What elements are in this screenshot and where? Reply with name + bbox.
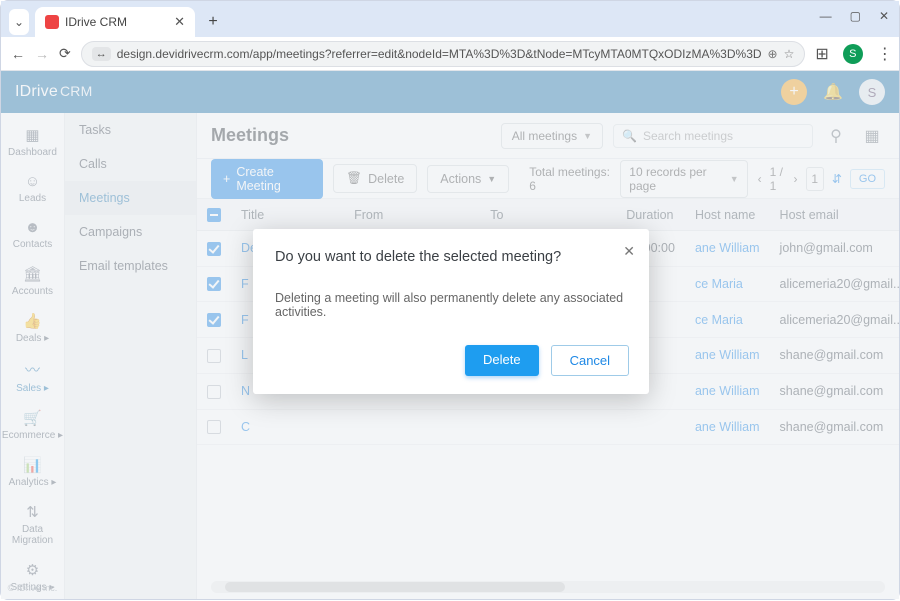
confirm-delete-dialog: ✕ Do you want to delete the selected mee… (253, 229, 649, 394)
site-info-icon[interactable]: ↔ (92, 47, 111, 61)
url-text: design.devidrivecrm.com/app/meetings?ref… (117, 47, 762, 61)
profile-avatar[interactable]: S (843, 44, 863, 64)
browser-menu-icon[interactable]: ⋮ (877, 44, 893, 64)
window-maximize-button[interactable]: ▢ (850, 9, 861, 23)
zoom-icon[interactable]: ⊕ (768, 47, 778, 61)
dialog-close-button[interactable]: ✕ (623, 243, 635, 260)
window-close-button[interactable]: ✕ (879, 9, 889, 23)
favicon-icon (45, 15, 59, 29)
forward-button[interactable]: → (35, 46, 49, 62)
dialog-body: Deleting a meeting will also permanently… (275, 291, 627, 319)
bookmark-icon[interactable]: ☆ (784, 47, 795, 61)
dialog-delete-button[interactable]: Delete (465, 345, 539, 376)
browser-tabbar: ⌄ IDrive CRM ✕ + — ▢ ✕ (1, 1, 899, 37)
back-button[interactable]: ← (11, 46, 25, 62)
dialog-title: Do you want to delete the selected meeti… (275, 249, 627, 265)
browser-address-bar: ← → ⟳ ↔ design.devidrivecrm.com/app/meet… (1, 37, 899, 71)
extensions-icon[interactable]: ⊞ (815, 44, 828, 64)
dialog-cancel-button[interactable]: Cancel (551, 345, 629, 376)
browser-tab[interactable]: IDrive CRM ✕ (35, 7, 195, 37)
url-input[interactable]: ↔ design.devidrivecrm.com/app/meetings?r… (81, 41, 806, 67)
tab-close-icon[interactable]: ✕ (174, 14, 185, 30)
tab-title: IDrive CRM (65, 15, 127, 29)
window-minimize-button[interactable]: — (820, 9, 832, 23)
tab-list-button[interactable]: ⌄ (9, 9, 29, 35)
new-tab-button[interactable]: + (201, 10, 225, 34)
reload-button[interactable]: ⟳ (59, 45, 71, 62)
